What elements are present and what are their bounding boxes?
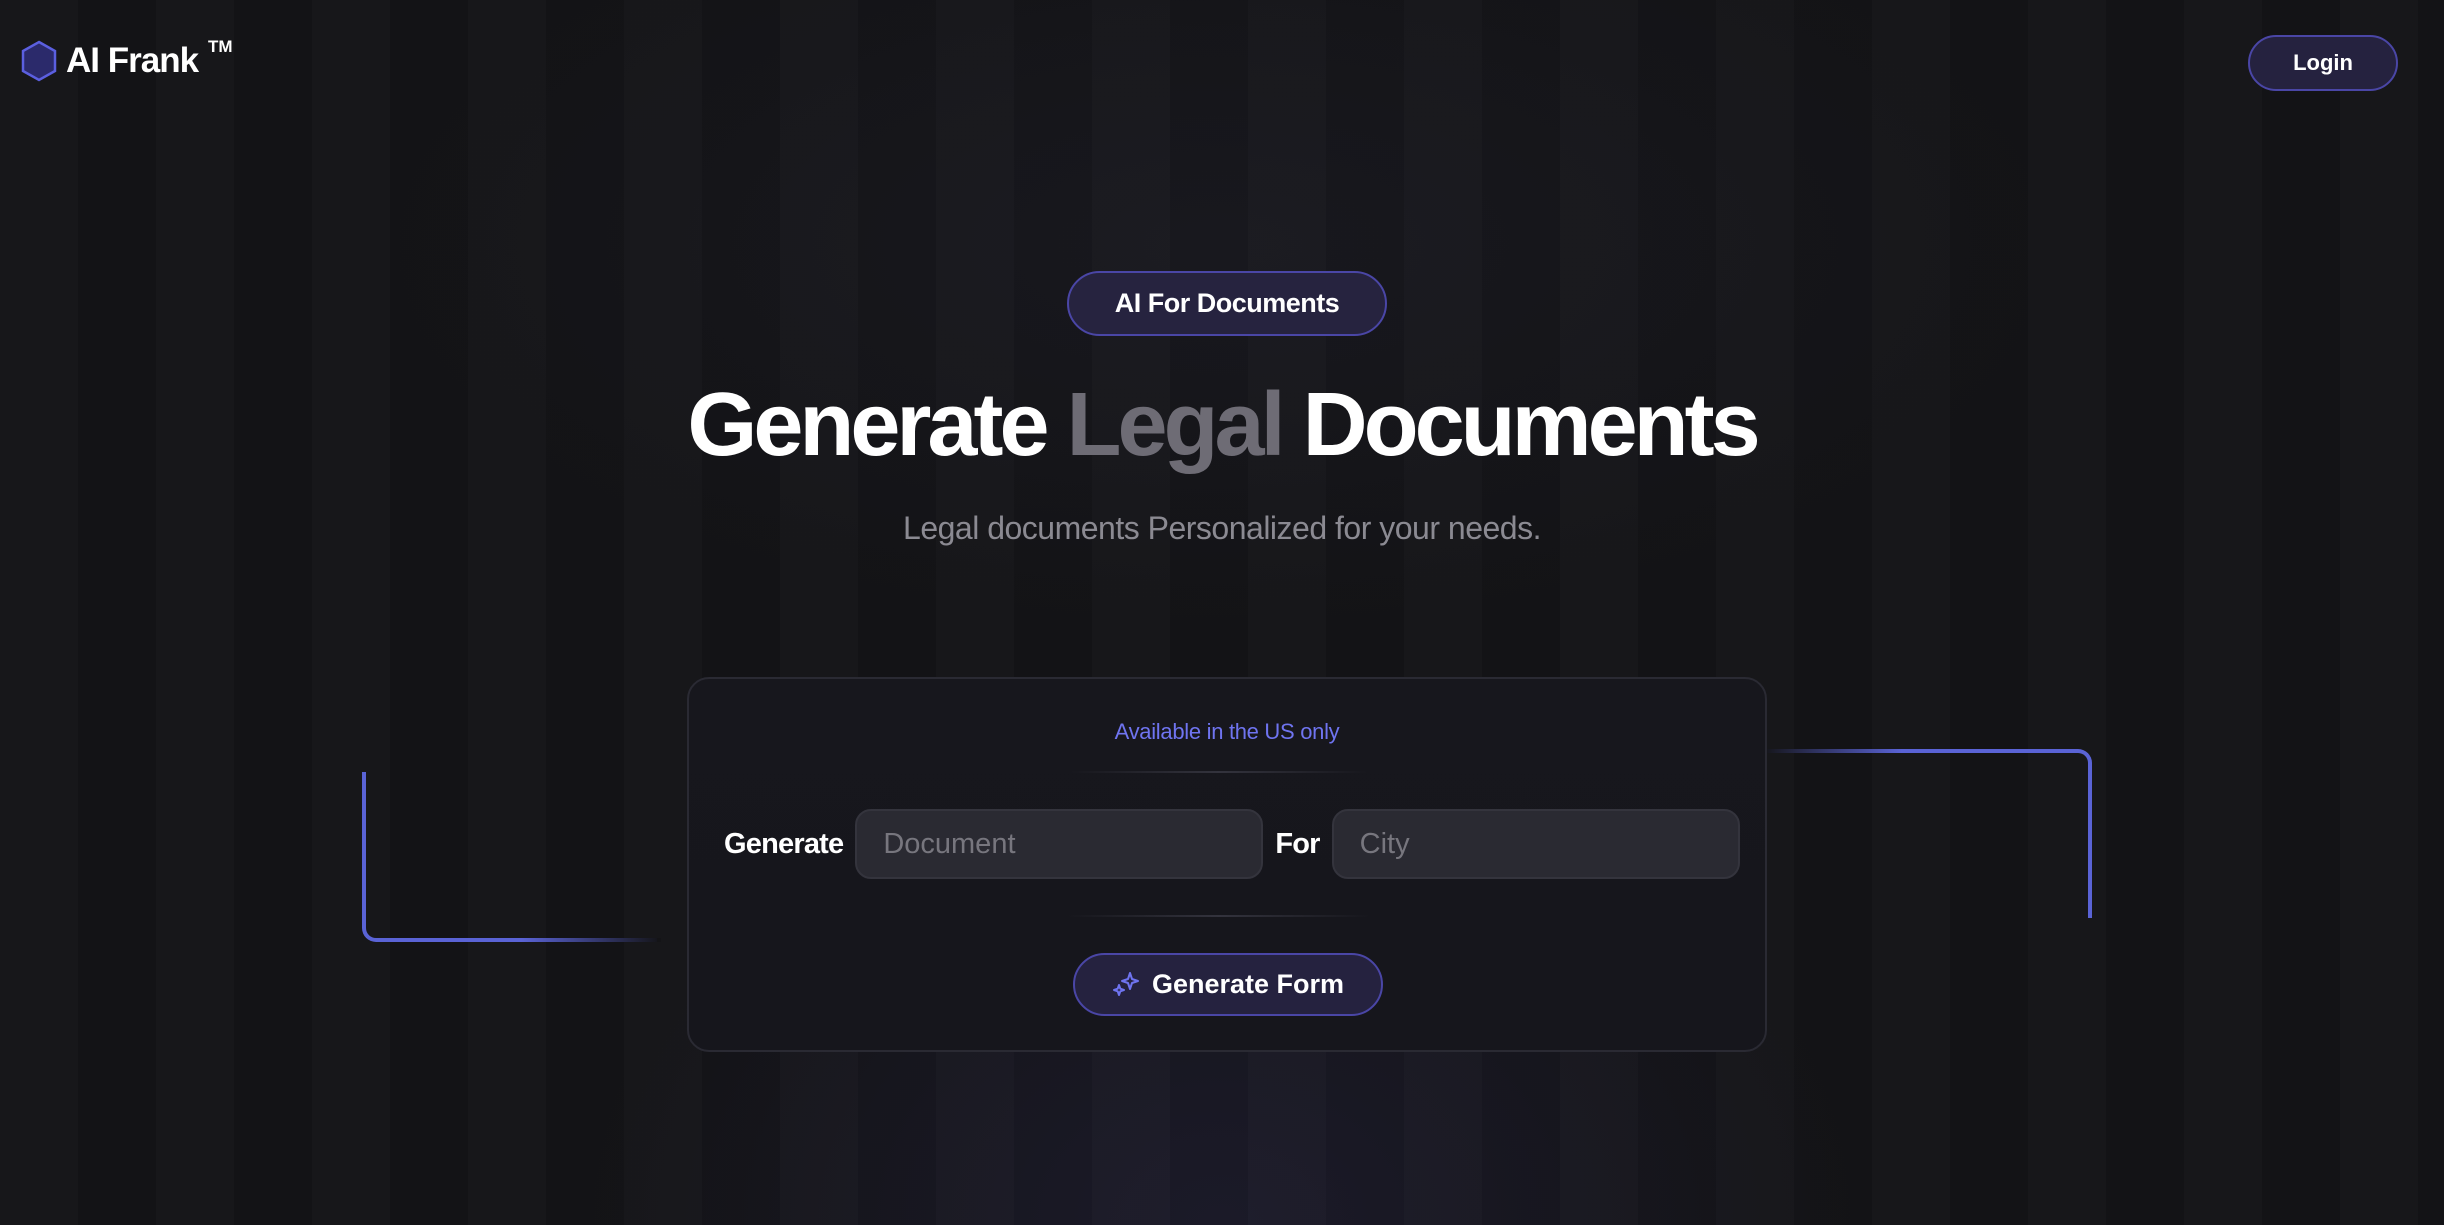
headline-start: Generate [687, 375, 1067, 475]
city-input[interactable] [1331, 809, 1740, 879]
generate-form-button[interactable]: Generate Form [1073, 953, 1383, 1016]
headline-end: Documents [1281, 375, 1761, 475]
logo-trademark: TM [208, 37, 233, 56]
subtitle: Legal documents Personalized for your ne… [903, 510, 1541, 546]
divider [1069, 915, 1369, 917]
for-label: For [1275, 827, 1320, 860]
generate-form-card: Available in the US only Generate For Ge… [687, 677, 1767, 1052]
page-title: Generate Legal Documents [0, 365, 2444, 485]
availability-note: Available in the US only [1114, 719, 1340, 744]
divider [1069, 771, 1369, 773]
logo[interactable]: AI Frank TM [20, 37, 233, 82]
headline-highlight: Legal [1066, 375, 1286, 475]
logo-text: AI Frank [66, 41, 199, 80]
decorative-line-left [362, 772, 661, 942]
generate-label: Generate [724, 827, 844, 860]
category-pill: AI For Documents [1067, 271, 1387, 336]
form-row: Generate For [724, 809, 1740, 879]
sparkles-icon [1112, 971, 1140, 999]
decorative-line-right [1762, 749, 2092, 918]
login-button[interactable]: Login [2248, 35, 2398, 91]
hexagon-icon [20, 40, 58, 82]
page: AI Frank TM Login AI For Documents Gener… [0, 0, 2444, 1225]
document-input[interactable] [855, 809, 1264, 879]
generate-form-label: Generate Form [1151, 969, 1345, 999]
